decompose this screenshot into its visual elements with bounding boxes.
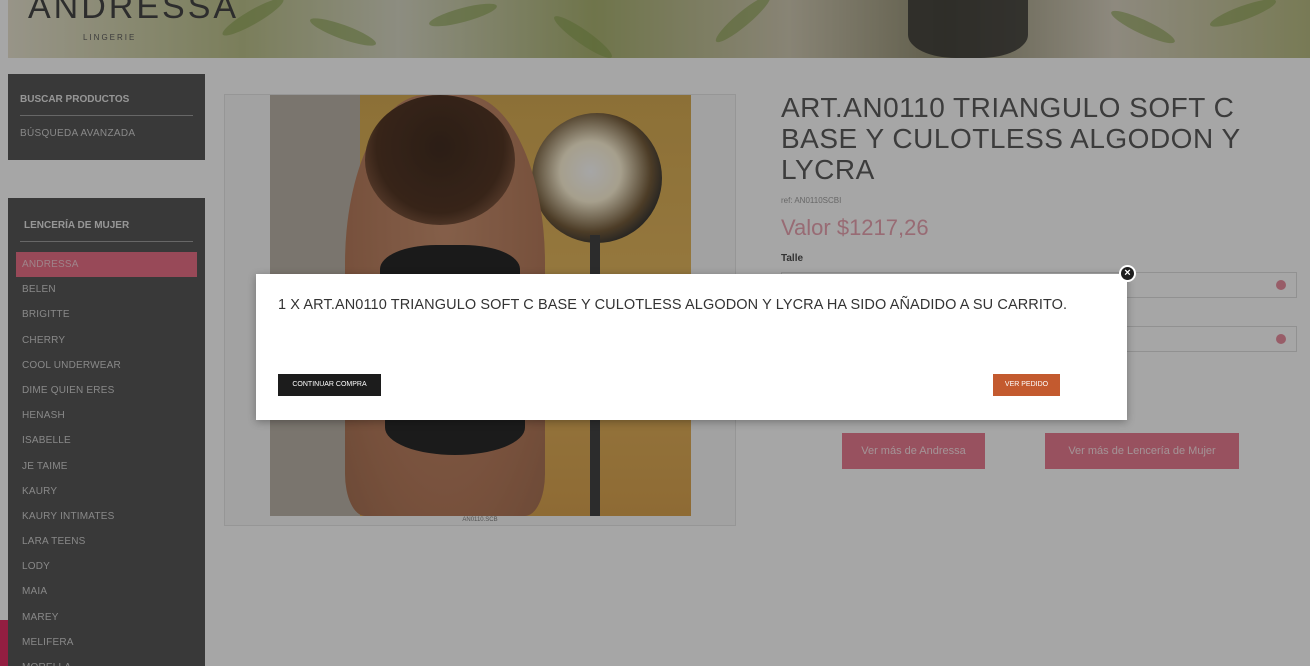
added-to-cart-modal: 1 X ART.AN0110 TRIANGULO SOFT C BASE Y C… bbox=[256, 274, 1127, 420]
modal-message: 1 X ART.AN0110 TRIANGULO SOFT C BASE Y C… bbox=[278, 297, 1068, 313]
continue-shopping-button[interactable]: CONTINUAR COMPRA bbox=[278, 374, 381, 396]
close-icon[interactable]: × bbox=[1119, 265, 1136, 282]
view-order-button[interactable]: VER PEDIDO bbox=[993, 374, 1060, 396]
